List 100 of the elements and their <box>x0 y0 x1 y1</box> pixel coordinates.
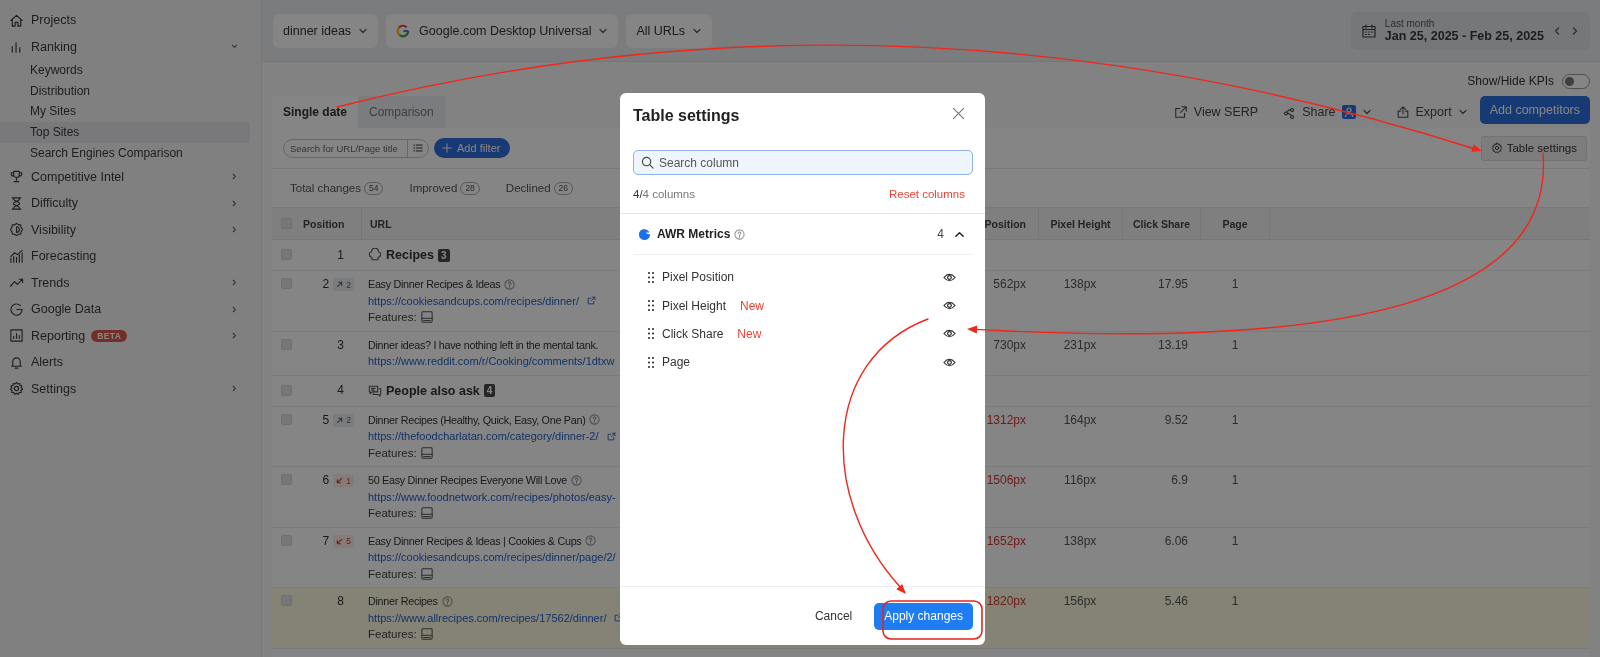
table-cell-text: 116px <box>1063 472 1097 489</box>
settings-icon <box>9 381 24 397</box>
new-tag: New <box>737 326 762 341</box>
rank-change-badge: 2 <box>333 413 354 427</box>
kpi-tab[interactable]: Total changes <box>290 182 361 194</box>
sidebar-subitem[interactable]: Distribution <box>0 80 250 102</box>
growth-chart-icon <box>9 248 24 264</box>
settings-icon <box>1490 142 1503 154</box>
date-range-picker[interactable]: Last month Jan 25, 2025 - Feb 25, 2025 <box>1350 11 1590 50</box>
sidebar-item[interactable]: Alerts <box>0 348 261 376</box>
table-cell-text: 13.19 <box>1156 336 1189 354</box>
kpi-tab[interactable]: Improved <box>409 182 458 194</box>
filter-dropdown[interactable]: Google.com Desktop Universal <box>386 13 619 48</box>
table-cell-text: 138px <box>1062 532 1098 550</box>
column-name: Click Share <box>662 326 724 341</box>
table-cell-text: 1820px <box>985 593 1027 610</box>
table-cell-text: 231px <box>1062 336 1098 354</box>
drag-handle-icon[interactable] <box>648 271 654 283</box>
sidebar-item[interactable]: Settings <box>0 375 261 402</box>
drag-handle-icon[interactable] <box>648 356 654 368</box>
url-link[interactable]: https://thefoodcharlatan.com/category/dinner-2/ <box>368 430 599 443</box>
column-name: Pixel Position <box>662 270 735 285</box>
home-icon <box>9 12 24 28</box>
features-label: Features: <box>368 628 417 641</box>
group-title: People also ask <box>386 383 480 398</box>
close-icon[interactable] <box>952 106 965 120</box>
search-field[interactable]: Search for URL/Page title <box>283 138 429 158</box>
table-cell-text: 164px <box>1062 411 1098 429</box>
drag-handle-icon[interactable] <box>648 300 654 312</box>
column-header[interactable]: Position <box>985 208 1038 239</box>
table-cell: 8 <box>337 593 344 610</box>
dialog-title: Table settings <box>633 106 740 125</box>
toggle-switch[interactable] <box>1562 73 1590 89</box>
column-header[interactable]: Page <box>1200 208 1270 239</box>
sidebar-subitem[interactable]: Keywords <box>0 60 250 81</box>
next-icon[interactable] <box>1570 25 1580 36</box>
view-button[interactable]: View SERP <box>1173 98 1259 126</box>
group-title: AWR Metrics <box>657 227 731 241</box>
sidebar-item[interactable]: Difficulty <box>0 189 261 217</box>
share-icon <box>1282 105 1297 119</box>
table-cell-text: 6.9 <box>1170 472 1189 489</box>
sidebar-item[interactable]: Google Data <box>0 295 261 323</box>
g-icon <box>9 301 24 317</box>
url-link[interactable]: https://cookiesandcups.com/recipes/dinner/ <box>368 294 579 307</box>
sidebar-item[interactable]: Projects <box>0 7 261 34</box>
count-tag: 4 <box>483 384 496 397</box>
table-cell-text: 9.52 <box>1163 411 1189 429</box>
table-cell: 5 <box>322 411 330 428</box>
share-button[interactable]: Share <box>1282 98 1372 126</box>
filter-dropdown[interactable]: All URLs <box>626 13 713 48</box>
search-field[interactable]: Search column <box>633 150 973 175</box>
sidebar-item[interactable]: Reporting BETA <box>0 322 261 349</box>
table-cell-text: 1312px <box>985 411 1027 429</box>
reset-columns-link[interactable]: Reset columns <box>888 188 965 200</box>
search-icon <box>641 156 654 169</box>
add-filter-button[interactable]: Add filter <box>434 138 511 158</box>
image-strip-icon <box>420 446 433 459</box>
rank-change-badge: 5 <box>333 534 354 548</box>
export-button[interactable]: Export <box>1395 98 1468 126</box>
column-header[interactable]: Pixel Height <box>1038 208 1122 239</box>
features-label: Features: <box>368 446 417 459</box>
sidebar-item[interactable]: Forecasting <box>0 242 261 270</box>
caret-icon <box>1361 107 1372 117</box>
kpi-tab[interactable]: Declined <box>505 182 551 194</box>
table-cell-text: 17.95 <box>1156 276 1189 293</box>
drag-handle-icon[interactable] <box>648 328 654 340</box>
rank-change-badge: 1 <box>333 474 354 487</box>
sidebar-item[interactable]: Trends <box>0 269 261 296</box>
view-tab[interactable]: Comparison <box>358 96 445 128</box>
sidebar-subitem[interactable]: Search Engines Comparison <box>0 142 250 164</box>
url-link[interactable]: https://www.reddit.com/r/Cooking/comments/1dtxw <box>368 355 615 368</box>
sidebar-item[interactable]: Ranking <box>0 33 261 60</box>
url-link[interactable]: https://www.allrecipes.com/recipes/17562/dinner/ <box>368 611 607 624</box>
table-cell: 1 <box>337 246 344 264</box>
bell-icon <box>9 354 24 370</box>
url-link[interactable]: https://cookiesandcups.com/recipes/dinner/page/2/ <box>368 551 616 564</box>
table-cell-text: 1 <box>1230 472 1240 489</box>
sidebar-item[interactable]: Competitive Intel <box>0 163 261 190</box>
person-badge-icon <box>1341 105 1356 119</box>
sidebar-subitem[interactable]: My Sites <box>0 101 250 123</box>
column-header[interactable]: Position <box>300 208 361 239</box>
column-name: Pixel Height <box>662 298 727 313</box>
table-cell: 7 <box>322 532 330 549</box>
features-label: Features: <box>368 311 417 324</box>
column-header[interactable]: Click Share <box>1122 208 1200 239</box>
table-cell: 2 <box>322 276 330 293</box>
cancel-button[interactable]: Cancel <box>814 609 853 623</box>
sidebar-item[interactable]: Visibility <box>0 216 261 243</box>
table-cell: 3 <box>337 336 344 353</box>
table-cell: 6 <box>322 472 330 489</box>
trophy-icon <box>9 169 24 185</box>
apply-changes-button[interactable]: Apply changes <box>874 602 973 630</box>
table-cell-text: 1506px <box>985 472 1027 489</box>
filter-dropdown[interactable]: dinner ideas <box>273 13 379 48</box>
table-cell-text: 6.06 <box>1163 532 1189 550</box>
add-competitors-button[interactable]: Add competitors <box>1479 96 1590 124</box>
previous-icon[interactable] <box>1552 25 1562 36</box>
table-settings-button[interactable]: Table settings <box>1480 135 1587 161</box>
sidebar-subitem[interactable]: Top Sites <box>0 122 250 143</box>
url-link[interactable]: https://www.foodnetwork.com/recipes/photos/easy- <box>368 490 616 503</box>
